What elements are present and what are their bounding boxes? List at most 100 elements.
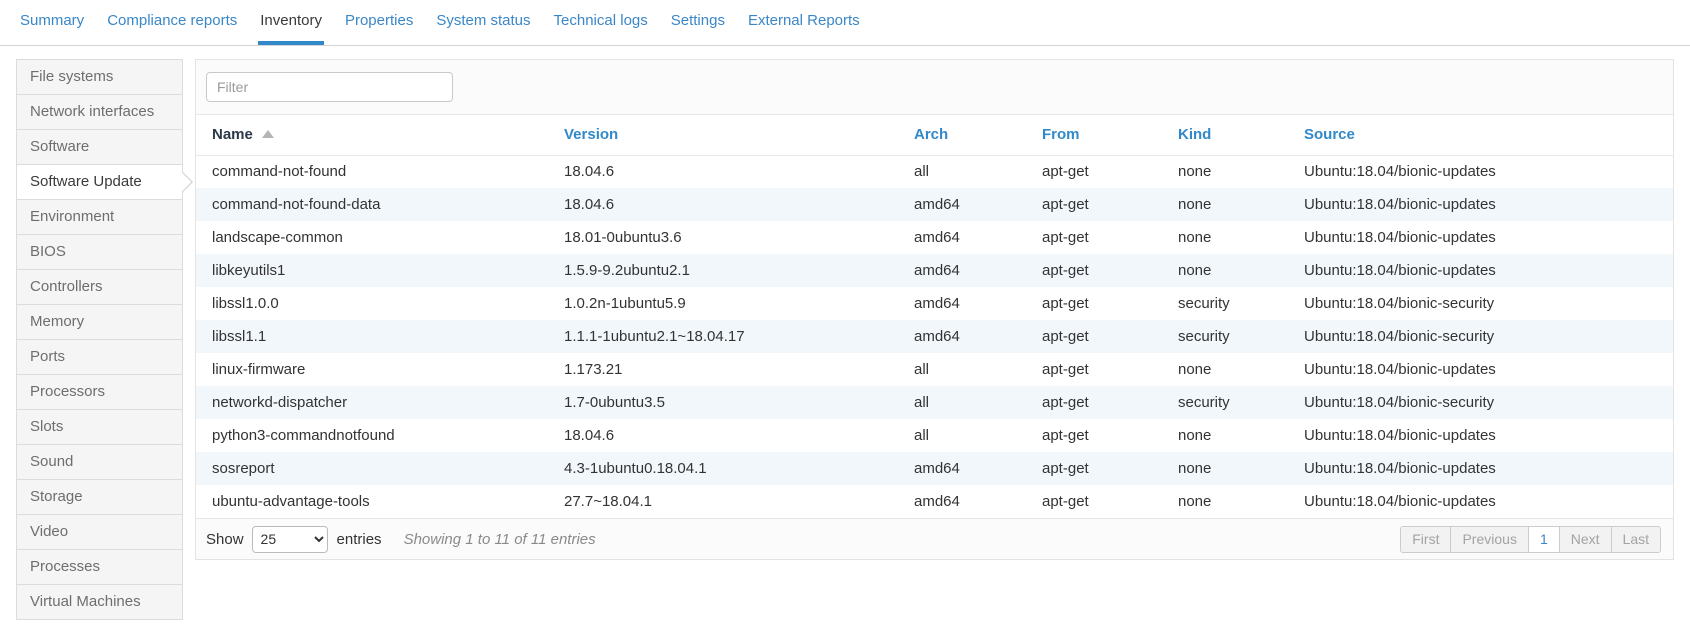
cell-arch: amd64 [908, 221, 1036, 254]
cell-source: Ubuntu:18.04/bionic-updates [1298, 221, 1673, 254]
nav-tab-properties[interactable]: Properties [343, 0, 415, 45]
cell-version: 1.5.9-9.2ubuntu2.1 [558, 254, 908, 287]
cell-version: 1.7-0ubuntu3.5 [558, 386, 908, 419]
page-size-select[interactable]: 25 [252, 526, 328, 553]
cell-name: ubuntu-advantage-tools [196, 485, 558, 518]
entries-info: Showing 1 to 11 of 11 entries [404, 531, 596, 548]
cell-arch: all [908, 419, 1036, 452]
nav-tab-external-reports[interactable]: External Reports [746, 0, 862, 45]
pagination-last-button[interactable]: Last [1612, 527, 1660, 552]
cell-kind: security [1172, 386, 1298, 419]
pagination-page-1-button[interactable]: 1 [1529, 527, 1560, 552]
cell-kind: none [1172, 188, 1298, 221]
filter-bar [196, 60, 1673, 115]
cell-version: 1.1.1-1ubuntu2.1~18.04.17 [558, 320, 908, 353]
sidebar-item-processes[interactable]: Processes [17, 550, 182, 585]
column-header-from[interactable]: From [1036, 115, 1172, 155]
sidebar-item-file-systems[interactable]: File systems [17, 60, 182, 95]
column-header-version[interactable]: Version [558, 115, 908, 155]
column-header-source[interactable]: Source [1298, 115, 1673, 155]
sidebar-item-software-update[interactable]: Software Update [17, 165, 182, 200]
pagination-previous-button[interactable]: Previous [1451, 527, 1528, 552]
cell-arch: all [908, 386, 1036, 419]
chevron-right-icon [173, 172, 193, 192]
nav-tab-technical-logs[interactable]: Technical logs [552, 0, 650, 45]
cell-version: 1.173.21 [558, 353, 908, 386]
cell-source: Ubuntu:18.04/bionic-security [1298, 386, 1673, 419]
content-layout: File systems Network interfaces Software… [0, 59, 1690, 620]
nav-tab-compliance-reports[interactable]: Compliance reports [105, 0, 239, 45]
table-row: linux-firmware 1.173.21 all apt-get none… [196, 353, 1673, 386]
show-label: Show [206, 531, 244, 548]
sidebar-item-bios[interactable]: BIOS [17, 235, 182, 270]
column-header-label: Name [212, 126, 253, 143]
sidebar-item-controllers[interactable]: Controllers [17, 270, 182, 305]
sidebar-item-software[interactable]: Software [17, 130, 182, 165]
top-nav: Summary Compliance reports Inventory Pro… [0, 0, 1690, 46]
table-row: python3-commandnotfound 18.04.6 all apt-… [196, 419, 1673, 452]
nav-tab-system-status[interactable]: System status [434, 0, 532, 45]
sidebar-item-virtual-machines[interactable]: Virtual Machines [17, 585, 182, 620]
cell-from: apt-get [1036, 386, 1172, 419]
cell-kind: security [1172, 320, 1298, 353]
sidebar-item-sound[interactable]: Sound [17, 445, 182, 480]
sidebar-item-network-interfaces[interactable]: Network interfaces [17, 95, 182, 130]
cell-name: linux-firmware [196, 353, 558, 386]
cell-name: libkeyutils1 [196, 254, 558, 287]
software-update-table: Name Version Arch From Kind Source comma… [196, 115, 1673, 518]
pagination-first-button[interactable]: First [1401, 527, 1451, 552]
pagination: First Previous 1 Next Last [1400, 526, 1661, 553]
cell-version: 27.7~18.04.1 [558, 485, 908, 518]
table-row: libssl1.1 1.1.1-1ubuntu2.1~18.04.17 amd6… [196, 320, 1673, 353]
cell-arch: amd64 [908, 485, 1036, 518]
cell-kind: none [1172, 419, 1298, 452]
cell-version: 18.01-0ubuntu3.6 [558, 221, 908, 254]
pagination-next-button[interactable]: Next [1560, 527, 1612, 552]
cell-arch: amd64 [908, 254, 1036, 287]
inventory-panel: Name Version Arch From Kind Source comma… [195, 59, 1674, 560]
cell-name: command-not-found [196, 155, 558, 188]
sidebar-item-video[interactable]: Video [17, 515, 182, 550]
cell-arch: amd64 [908, 287, 1036, 320]
table-footer: Show 25 entries Showing 1 to 11 of 11 en… [196, 518, 1673, 559]
cell-from: apt-get [1036, 320, 1172, 353]
sidebar-item-label: Software Update [30, 173, 142, 190]
nav-tab-settings[interactable]: Settings [669, 0, 727, 45]
cell-version: 18.04.6 [558, 188, 908, 221]
table-row: command-not-found 18.04.6 all apt-get no… [196, 155, 1673, 188]
sidebar-item-memory[interactable]: Memory [17, 305, 182, 340]
nav-tab-summary[interactable]: Summary [18, 0, 86, 45]
cell-version: 1.0.2n-1ubuntu5.9 [558, 287, 908, 320]
cell-version: 18.04.6 [558, 419, 908, 452]
cell-kind: none [1172, 485, 1298, 518]
sidebar-item-ports[interactable]: Ports [17, 340, 182, 375]
cell-from: apt-get [1036, 188, 1172, 221]
filter-input[interactable] [206, 72, 453, 102]
column-header-name[interactable]: Name [196, 115, 558, 155]
cell-from: apt-get [1036, 485, 1172, 518]
cell-source: Ubuntu:18.04/bionic-security [1298, 320, 1673, 353]
sidebar-item-environment[interactable]: Environment [17, 200, 182, 235]
column-header-arch[interactable]: Arch [908, 115, 1036, 155]
cell-name: libssl1.1 [196, 320, 558, 353]
column-header-kind[interactable]: Kind [1172, 115, 1298, 155]
entries-label: entries [337, 531, 382, 548]
cell-from: apt-get [1036, 419, 1172, 452]
cell-arch: amd64 [908, 188, 1036, 221]
table-row: command-not-found-data 18.04.6 amd64 apt… [196, 188, 1673, 221]
cell-source: Ubuntu:18.04/bionic-updates [1298, 254, 1673, 287]
cell-from: apt-get [1036, 155, 1172, 188]
sidebar-item-processors[interactable]: Processors [17, 375, 182, 410]
cell-name: sosreport [196, 452, 558, 485]
sidebar-item-storage[interactable]: Storage [17, 480, 182, 515]
cell-kind: none [1172, 452, 1298, 485]
cell-from: apt-get [1036, 452, 1172, 485]
cell-name: python3-commandnotfound [196, 419, 558, 452]
sidebar: File systems Network interfaces Software… [16, 59, 183, 620]
cell-source: Ubuntu:18.04/bionic-updates [1298, 419, 1673, 452]
sidebar-item-slots[interactable]: Slots [17, 410, 182, 445]
cell-kind: none [1172, 254, 1298, 287]
table-row: libkeyutils1 1.5.9-9.2ubuntu2.1 amd64 ap… [196, 254, 1673, 287]
nav-tab-inventory[interactable]: Inventory [258, 0, 324, 45]
cell-arch: all [908, 155, 1036, 188]
